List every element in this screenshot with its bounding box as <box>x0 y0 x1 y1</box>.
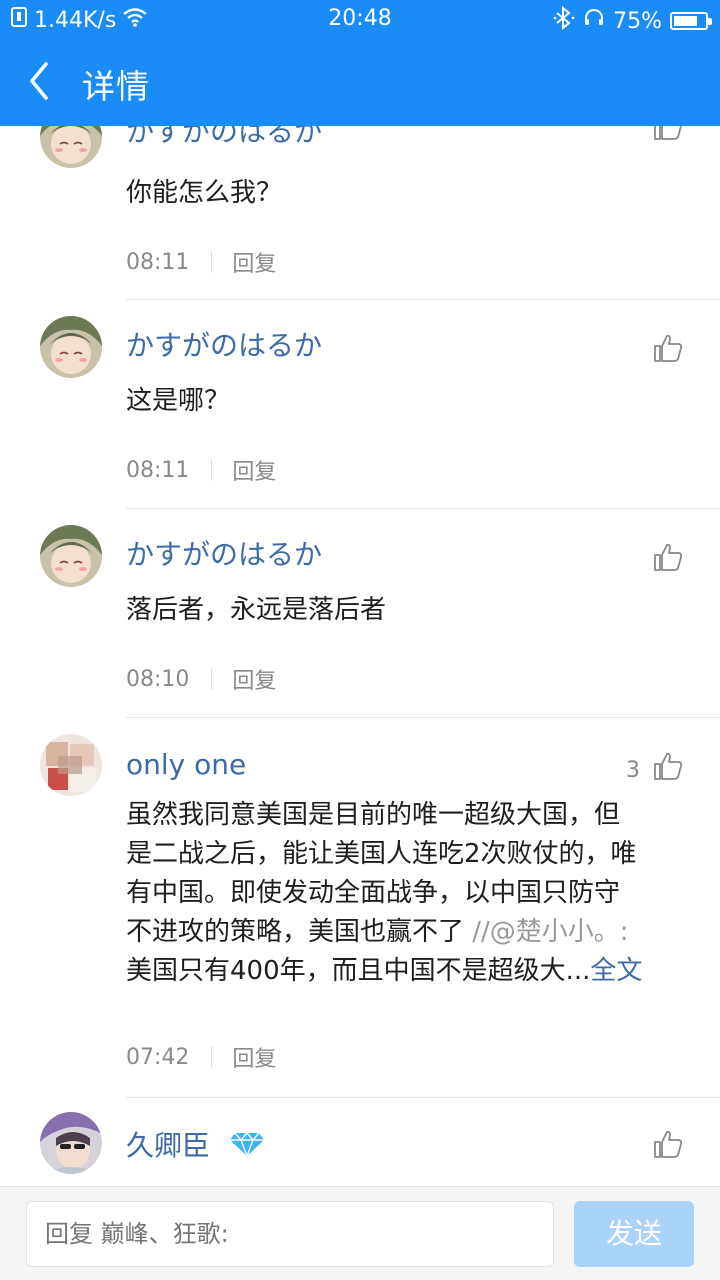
comment-text: 你能怎么我？ <box>126 178 283 208</box>
avatar[interactable] <box>40 734 102 796</box>
comment-meta: 07:42 回复 <box>126 1041 276 1073</box>
comment-meta: 08:11 回复 <box>126 454 276 486</box>
like-button[interactable] <box>652 541 684 573</box>
username[interactable]: かすがのはるか <box>126 324 322 364</box>
comment-item: かすがのはるか 你能怎么我？ 08:11 回复 <box>0 126 720 300</box>
username[interactable]: かすがのはるか <box>126 126 322 150</box>
comment-line: 美国只有400年，而且中国不是超级大... <box>126 956 591 986</box>
thumbs-up-icon <box>654 1130 683 1158</box>
battery-icon <box>670 12 712 30</box>
comment-time: 07:42 <box>126 1044 190 1070</box>
comment-line-last: 美国只有400年，而且中国不是超级大...全文 <box>126 952 686 991</box>
reply-link[interactable]: 回复 <box>232 454 276 486</box>
comment-item: かすがのはるか 落后者，永远是落后者 08:10 回复 <box>0 509 720 718</box>
like-button[interactable] <box>652 332 684 364</box>
bluetooth-icon <box>553 5 575 36</box>
comment-line-with-quote: 不进攻的策略，美国也赢不了 //@楚小小。: <box>126 913 686 952</box>
avatar[interactable] <box>40 525 102 587</box>
divider <box>211 668 213 690</box>
like-count: 3 <box>626 758 640 783</box>
comment-time: 08:11 <box>126 249 190 275</box>
quote-mention[interactable]: //@楚小小。: <box>472 917 628 947</box>
headset-icon <box>583 7 605 35</box>
comment-text: 落后者，永远是落后者 <box>126 595 387 625</box>
reply-bar: 发送 <box>0 1186 720 1280</box>
like-button[interactable] <box>652 750 684 782</box>
like-button[interactable] <box>652 1128 684 1160</box>
username-text: 久卿臣 <box>126 1129 211 1162</box>
comment-line: 是二战之后，能让美国人连吃2次败仗的，唯 <box>126 839 637 869</box>
reply-link[interactable]: 回复 <box>232 663 276 695</box>
like-button[interactable] <box>652 126 684 142</box>
comment-line: 有中国。即使发动全面战争，以中国只防守 <box>126 878 621 908</box>
nav-bar: 详情 <box>0 38 720 126</box>
comment-text: 这是哪？ <box>126 386 231 416</box>
username[interactable]: only one <box>126 748 246 781</box>
comment-item: かすがのはるか 这是哪？ 08:11 回复 <box>0 300 720 509</box>
status-right: 75% <box>553 5 712 36</box>
send-button[interactable]: 发送 <box>574 1201 694 1267</box>
username[interactable]: かすがのはるか <box>126 533 322 573</box>
comment-item: 久卿臣 <box>0 1098 720 1186</box>
comment-list[interactable]: かすがのはるか 你能怎么我？ 08:11 回复 かすがのはるか 这是哪？ 08:1… <box>0 126 720 1186</box>
diamond-vip-icon <box>229 1131 265 1164</box>
comment-time: 08:10 <box>126 666 190 692</box>
top-bar: 1.44K/s 20:48 75% 详情 <box>0 0 720 126</box>
reply-link[interactable]: 回复 <box>232 1041 276 1073</box>
battery-percent: 75% <box>613 8 662 34</box>
comment-line: 不进攻的策略，美国也赢不了 <box>126 917 473 947</box>
comment-text: 虽然我同意美国是目前的唯一超级大国，但 是二战之后，能让美国人连吃2次败仗的，唯… <box>126 796 686 991</box>
thumbs-up-icon <box>654 126 682 140</box>
thumbs-up-icon <box>654 752 683 780</box>
reply-input[interactable] <box>26 1201 554 1267</box>
avatar[interactable] <box>40 316 102 378</box>
divider <box>211 251 213 273</box>
thumbs-up-icon <box>654 334 683 362</box>
chevron-left-icon <box>30 62 48 100</box>
comment-meta: 08:11 回复 <box>126 246 276 278</box>
page-title: 详情 <box>82 67 150 106</box>
comment-meta: 08:10 回复 <box>126 663 276 695</box>
comment-item: only one 3 虽然我同意美国是目前的唯一超级大国，但 是二战之后，能让美… <box>0 718 720 1098</box>
battery-fill <box>674 16 697 26</box>
avatar[interactable] <box>40 126 102 168</box>
comment-line: 虽然我同意美国是目前的唯一超级大国，但 <box>126 800 621 830</box>
comment-time: 08:11 <box>126 457 190 483</box>
divider <box>211 1046 213 1068</box>
back-button[interactable] <box>22 56 62 106</box>
reply-link[interactable]: 回复 <box>232 246 276 278</box>
avatar[interactable] <box>40 1112 102 1174</box>
thumbs-up-icon <box>654 543 683 571</box>
status-bar: 1.44K/s 20:48 75% <box>0 0 720 38</box>
username[interactable]: 久卿臣 <box>126 1124 265 1164</box>
read-more-link[interactable]: 全文 <box>590 956 642 986</box>
divider <box>211 459 213 481</box>
